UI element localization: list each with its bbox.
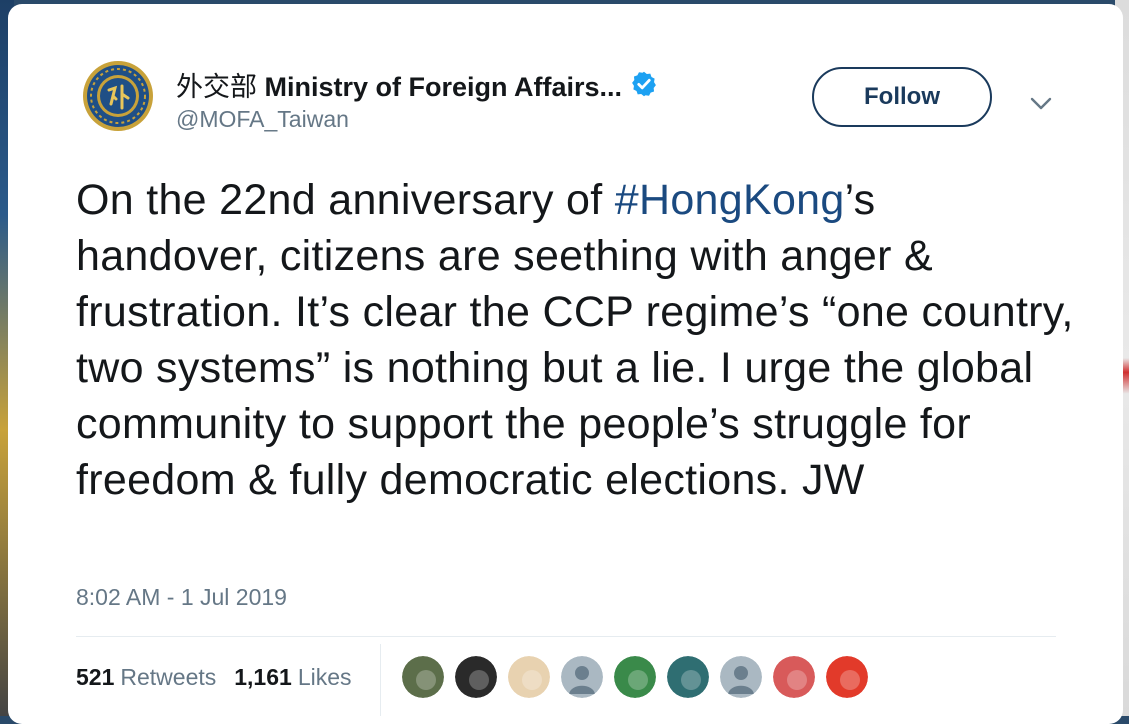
liker-avatar-7[interactable] <box>720 656 762 698</box>
liker-avatar-6[interactable] <box>667 656 709 698</box>
retweets-label[interactable]: Retweets <box>120 664 216 691</box>
account-name-cjk: 外交部 <box>176 71 257 103</box>
avatar-image <box>614 656 656 698</box>
avatar-image <box>402 656 444 698</box>
avatar-image <box>561 656 603 698</box>
tweet-text-before: On the 22nd anniversary of <box>76 176 615 224</box>
hashtag-link[interactable]: #HongKong <box>615 176 845 224</box>
liker-avatar-8[interactable] <box>773 656 815 698</box>
liker-avatar-5[interactable] <box>614 656 656 698</box>
avatar-image <box>508 656 550 698</box>
follow-button[interactable]: Follow <box>812 67 992 127</box>
verified-badge-icon <box>632 71 656 97</box>
likes-count[interactable]: 1,161 <box>234 664 292 691</box>
stats-divider <box>380 644 381 716</box>
tweet-text: On the 22nd anniversary of #HongKong’s h… <box>76 172 1076 508</box>
tweet-text-after: ’s handover, citizens are seething with … <box>76 176 1074 504</box>
avatar-image <box>720 656 762 698</box>
liker-avatar-2[interactable] <box>455 656 497 698</box>
liker-avatars <box>402 656 879 698</box>
liker-avatar-4[interactable] <box>561 656 603 698</box>
avatar-image <box>667 656 709 698</box>
divider <box>76 636 1056 637</box>
liker-avatar-9[interactable] <box>826 656 868 698</box>
account-name-en: Ministry of Foreign Affairs... <box>264 71 623 102</box>
liker-avatar-3[interactable] <box>508 656 550 698</box>
mofa-emblem-icon <box>83 61 153 131</box>
tweet-stats: 521 Retweets 1,161 Likes <box>76 660 352 694</box>
tweet-timestamp[interactable]: 8:02 AM - 1 Jul 2019 <box>76 584 287 611</box>
profile-avatar[interactable] <box>82 60 154 132</box>
avatar-image <box>826 656 868 698</box>
account-display-name[interactable]: 外交部 Ministry of Foreign Affairs... <box>176 65 622 104</box>
likes-label[interactable]: Likes <box>298 664 352 691</box>
liker-avatar-1[interactable] <box>402 656 444 698</box>
retweets-count[interactable]: 521 <box>76 664 114 691</box>
chevron-down-icon[interactable] <box>1026 88 1056 118</box>
avatar-image <box>773 656 815 698</box>
account-handle[interactable]: @MOFA_Taiwan <box>176 106 349 133</box>
avatar-image <box>455 656 497 698</box>
account-name-row[interactable]: 外交部 Ministry of Foreign Affairs... <box>176 64 658 104</box>
